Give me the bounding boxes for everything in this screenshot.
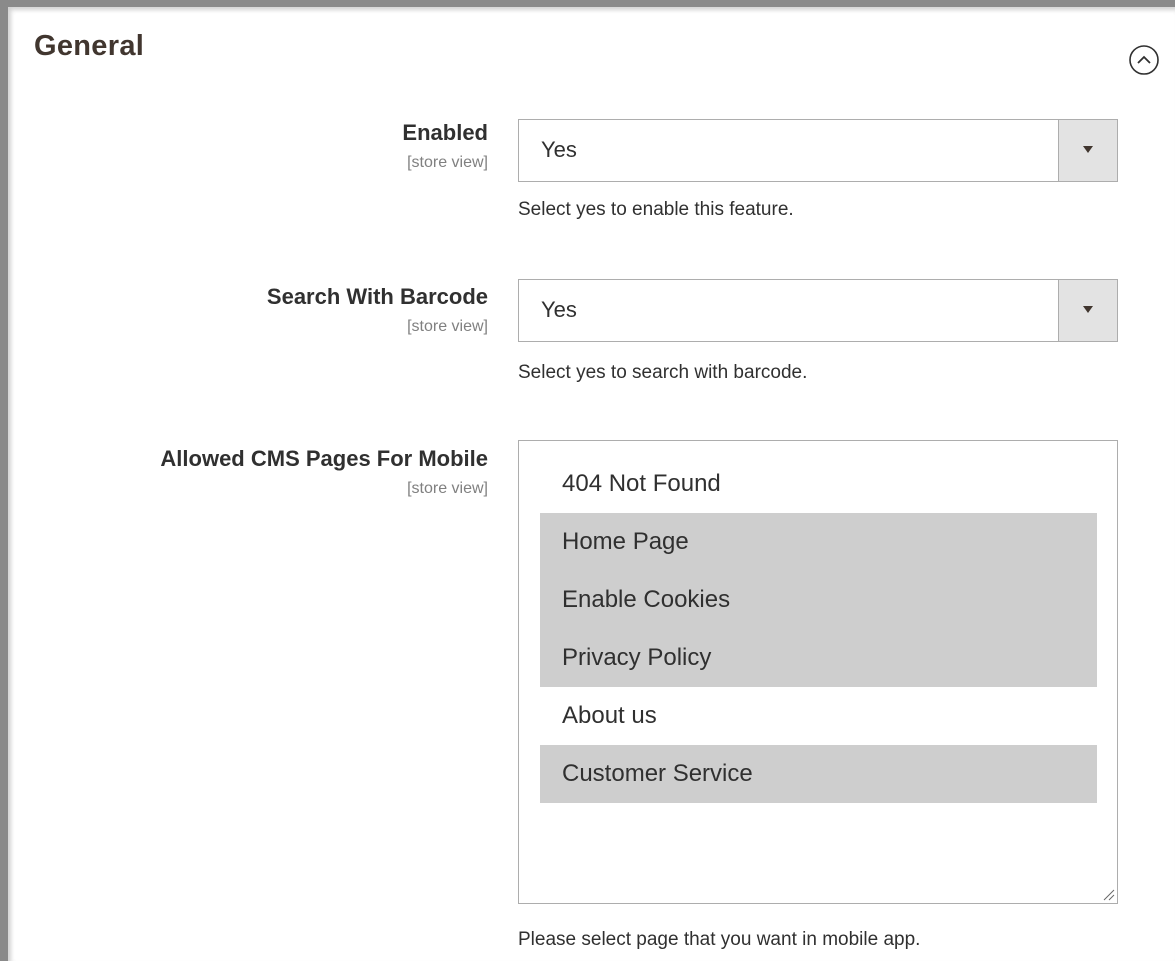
collapse-button[interactable] [1128, 44, 1160, 76]
cms-option-404-not-found[interactable]: 404 Not Found [540, 455, 1097, 513]
search-barcode-select[interactable]: Yes [518, 279, 1118, 342]
cms-option-privacy-policy[interactable]: Privacy Policy [540, 629, 1097, 687]
cms-pages-scope: [store view] [407, 480, 488, 497]
cms-option-customer-service[interactable]: Customer Service [540, 745, 1097, 803]
enabled-scope: [store view] [407, 154, 488, 171]
enabled-select-toggle[interactable] [1058, 120, 1117, 181]
enabled-label: Enabled [402, 120, 488, 145]
chevron-up-circle-icon [1129, 45, 1159, 75]
cms-option-enable-cookies[interactable]: Enable Cookies [540, 571, 1097, 629]
section-title: General [34, 30, 145, 62]
enabled-select[interactable]: Yes [518, 119, 1118, 182]
cms-pages-label: Allowed CMS Pages For Mobile [160, 446, 488, 471]
search-barcode-select-toggle[interactable] [1058, 280, 1117, 341]
cms-pages-multiselect[interactable]: 404 Not Found Home Page Enable Cookies P… [518, 440, 1118, 904]
resize-grip-icon[interactable] [1101, 887, 1115, 901]
caret-down-icon [1083, 306, 1093, 313]
cms-option-home-page[interactable]: Home Page [540, 513, 1097, 571]
search-barcode-scope: [store view] [407, 318, 488, 335]
cms-option-about-us[interactable]: About us [540, 687, 1097, 745]
search-barcode-note: Select yes to search with barcode. [518, 362, 808, 383]
search-barcode-select-value: Yes [541, 297, 577, 322]
enabled-select-value: Yes [541, 137, 577, 162]
search-barcode-label: Search With Barcode [266, 284, 488, 309]
caret-down-icon [1083, 146, 1093, 153]
enabled-note: Select yes to enable this feature. [518, 199, 794, 220]
cms-pages-note: Please select page that you want in mobi… [518, 929, 921, 950]
